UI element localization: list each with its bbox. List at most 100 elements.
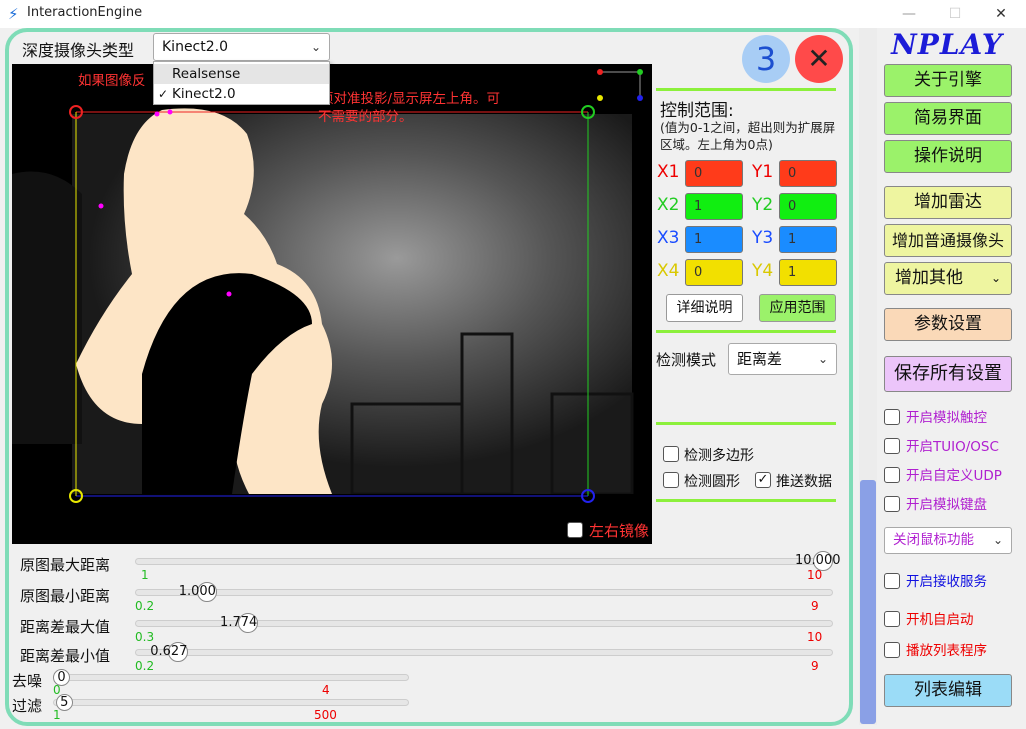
manual-button[interactable]: 操作说明 <box>884 140 1012 173</box>
tuio-checkbox[interactable] <box>884 438 900 454</box>
camera-type-select[interactable]: Kinect2.0 ⌄ <box>153 33 330 61</box>
count-badge: 3 <box>742 35 790 83</box>
chevron-down-icon: ⌄ <box>990 271 1001 285</box>
slider-track[interactable] <box>53 674 409 681</box>
apply-range-button[interactable]: 应用范围 <box>759 294 836 322</box>
slider-min: 1 <box>141 568 149 582</box>
y3-input[interactable]: 1 <box>779 226 837 253</box>
slider-label: 原图最小距离 <box>20 587 111 605</box>
x3-input[interactable]: 1 <box>685 226 743 253</box>
option-kinect[interactable]: ✓ Kinect2.0 <box>154 84 329 104</box>
x1-input[interactable]: 0 <box>685 160 743 187</box>
control-range-desc: (值为0-1之间，超出则为扩展屏区域。左上角为0点) <box>660 120 836 152</box>
y4-label: Y4 <box>752 261 774 281</box>
window-title: InteractionEngine <box>27 5 143 20</box>
close-view-button[interactable]: ✕ <box>795 35 843 83</box>
autostart-checkbox[interactable] <box>884 611 900 627</box>
simple-ui-button[interactable]: 简易界面 <box>884 102 1012 135</box>
chevron-down-icon: ⌄ <box>817 352 828 366</box>
detect-mode-select[interactable]: 距离差 ⌄ <box>728 343 837 375</box>
slider-max: 9 <box>811 599 819 613</box>
y2-input[interactable]: 0 <box>779 193 837 220</box>
x3-label: X3 <box>657 228 680 248</box>
chevron-down-icon: ⌄ <box>310 40 321 54</box>
slider-track[interactable] <box>53 699 409 706</box>
slider-min: 0.3 <box>135 630 155 644</box>
slider-max: 10 <box>807 568 823 582</box>
add-other-select[interactable]: 增加其他 ⌄ <box>884 262 1012 295</box>
circle-label: 检测圆形 <box>684 474 740 490</box>
camera-type-dropdown: Realsense ✓ Kinect2.0 <box>153 61 330 105</box>
y4-input[interactable]: 1 <box>779 259 837 286</box>
list-edit-button[interactable]: 列表编辑 <box>884 674 1012 707</box>
depth-camera-view[interactable] <box>12 64 652 544</box>
add-radar-button[interactable]: 增加雷达 <box>884 186 1012 219</box>
slider-min: 0.2 <box>135 659 155 673</box>
mirror-checkbox[interactable] <box>567 522 583 538</box>
vertical-scrollbar[interactable] <box>859 28 877 725</box>
y1-input[interactable]: 0 <box>779 160 837 187</box>
slider-value: 1.774 <box>220 615 258 630</box>
slider-max: 10 <box>807 630 823 644</box>
slider-label: 过滤 <box>12 697 43 715</box>
camera-type-label: 深度摄像头类型 <box>22 41 135 60</box>
y3-label: Y3 <box>752 228 774 248</box>
slider-track[interactable] <box>135 589 833 596</box>
scrollbar-thumb[interactable] <box>860 480 876 724</box>
slider-label: 距离差最小值 <box>20 647 111 665</box>
slider-label: 去噪 <box>12 672 43 690</box>
control-range-title: 控制范围: <box>660 101 734 121</box>
slider-track[interactable] <box>135 558 833 565</box>
divider <box>656 88 836 91</box>
option-realsense[interactable]: Realsense <box>154 64 329 84</box>
divider <box>656 499 836 502</box>
x2-label: X2 <box>657 195 680 215</box>
params-button[interactable]: 参数设置 <box>884 308 1012 341</box>
slider-max: 500 <box>314 708 337 722</box>
udp-checkbox[interactable] <box>884 467 900 483</box>
title-bar: ⚡ InteractionEngine — ☐ ✕ <box>0 0 1026 28</box>
minimize-button[interactable]: — <box>886 0 932 28</box>
slider-label: 原图最大距离 <box>20 556 111 574</box>
slider-track[interactable] <box>135 649 833 656</box>
x4-label: X4 <box>657 261 680 281</box>
slider-label: 距离差最大值 <box>20 618 111 636</box>
save-all-button[interactable]: 保存所有设置 <box>884 356 1012 392</box>
about-engine-button[interactable]: 关于引擎 <box>884 64 1012 97</box>
divider <box>656 422 836 425</box>
polygon-checkbox[interactable] <box>663 446 679 462</box>
x2-input[interactable]: 1 <box>685 193 743 220</box>
depth-image <box>12 64 652 544</box>
push-data-label: 推送数据 <box>776 474 832 490</box>
push-data-checkbox[interactable]: ✓ <box>755 472 771 488</box>
camera-type-value: Kinect2.0 <box>162 39 229 55</box>
chevron-down-icon: ⌄ <box>992 533 1003 547</box>
add-camera-button[interactable]: 增加普通摄像头 <box>884 224 1012 257</box>
detect-mode-value: 距离差 <box>737 350 783 368</box>
detail-button[interactable]: 详细说明 <box>666 294 743 322</box>
lightning-app-icon: ⚡ <box>8 5 19 23</box>
recv-service-checkbox[interactable] <box>884 573 900 589</box>
polygon-label: 检测多边形 <box>684 448 754 464</box>
mirror-label: 左右镜像 <box>589 522 650 540</box>
sim-keyboard-checkbox[interactable] <box>884 496 900 512</box>
y2-label: Y2 <box>752 195 774 215</box>
maximize-button[interactable]: ☐ <box>932 0 978 28</box>
x1-label: X1 <box>657 162 680 182</box>
checkmark-icon: ✓ <box>158 87 169 101</box>
slider-value: 1.000 <box>178 584 216 599</box>
slider-max: 4 <box>322 683 330 697</box>
circle-checkbox[interactable] <box>663 472 679 488</box>
nplay-logo: NPLAY <box>891 28 1003 61</box>
y1-label: Y1 <box>752 162 774 182</box>
slider-max: 9 <box>811 659 819 673</box>
warning-line-3: 不需要的部分。 <box>318 109 413 125</box>
mouse-function-select[interactable]: 关闭鼠标功能 ⌄ <box>884 527 1012 554</box>
sim-touch-checkbox[interactable] <box>884 409 900 425</box>
slider-min: 1 <box>53 708 61 722</box>
playlist-checkbox[interactable] <box>884 642 900 658</box>
window-close-button[interactable]: ✕ <box>978 0 1024 28</box>
x4-input[interactable]: 0 <box>685 259 743 286</box>
detect-mode-label: 检测模式 <box>656 351 717 369</box>
slider-value: 0.627 <box>150 644 188 659</box>
